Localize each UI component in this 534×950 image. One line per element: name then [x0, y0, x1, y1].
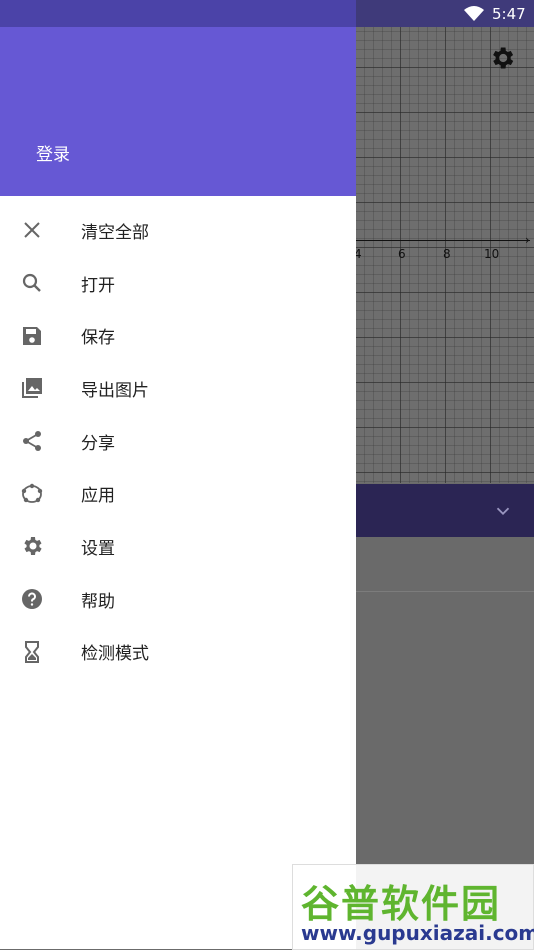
menu-item-export-image[interactable]: 导出图片 — [0, 362, 356, 415]
status-time: 5:47 — [492, 5, 526, 23]
menu-item-clear-all[interactable]: 清空全部 — [0, 204, 356, 257]
menu-item-help[interactable]: 帮助 — [0, 573, 356, 626]
menu-item-label: 打开 — [81, 275, 115, 296]
gear-icon — [19, 533, 45, 559]
watermark-url: www.gupuxiazai.com — [301, 921, 534, 945]
menu-item-label: 清空全部 — [81, 222, 149, 243]
save-icon — [19, 323, 45, 349]
image-icon — [19, 375, 45, 401]
menu-item-label: 保存 — [81, 328, 115, 349]
chevron-down-icon[interactable] — [492, 500, 514, 522]
x-axis-arrow: › — [525, 233, 530, 247]
watermark-title: 谷普软件园 — [301, 882, 502, 926]
menu-item-save[interactable]: 保存 — [0, 309, 356, 362]
search-icon — [19, 270, 45, 296]
menu-item-label: 帮助 — [81, 591, 115, 612]
menu-item-label: 检测模式 — [81, 644, 149, 665]
menu-item-open[interactable]: 打开 — [0, 257, 356, 310]
menu-item-share[interactable]: 分享 — [0, 415, 356, 468]
drawer-header: 登录 — [0, 27, 356, 196]
panel-divider — [356, 591, 534, 592]
tick-label: 8 — [443, 247, 451, 261]
watermark: 谷普软件园 www.gupuxiazai.com — [292, 864, 534, 950]
help-icon — [19, 586, 45, 612]
menu-item-settings[interactable]: 设置 — [0, 520, 356, 573]
hourglass-icon — [19, 639, 45, 665]
tick-label: 10 — [484, 247, 500, 261]
graph-settings-gear-icon[interactable] — [488, 44, 516, 72]
navigation-drawer: 登录 清空全部 打开 保存 导出图片 分享 应用 设置 帮助 检测模式 — [0, 0, 356, 949]
tick-label: 6 — [398, 247, 406, 261]
drawer-status-bar — [0, 0, 356, 27]
menu-item-label: 导出图片 — [81, 380, 149, 401]
login-link[interactable]: 登录 — [36, 140, 70, 165]
menu-item-label: 设置 — [81, 538, 115, 559]
drawer-menu: 清空全部 打开 保存 导出图片 分享 应用 设置 帮助 检测模式 — [0, 204, 356, 678]
menu-item-apps[interactable]: 应用 — [0, 467, 356, 520]
close-icon — [19, 217, 45, 243]
share-icon — [19, 428, 45, 454]
apps-icon — [19, 481, 45, 507]
menu-item-exam-mode[interactable]: 检测模式 — [0, 626, 356, 679]
wifi-icon — [464, 6, 484, 21]
menu-item-label: 分享 — [81, 433, 115, 454]
menu-item-label: 应用 — [81, 486, 115, 507]
